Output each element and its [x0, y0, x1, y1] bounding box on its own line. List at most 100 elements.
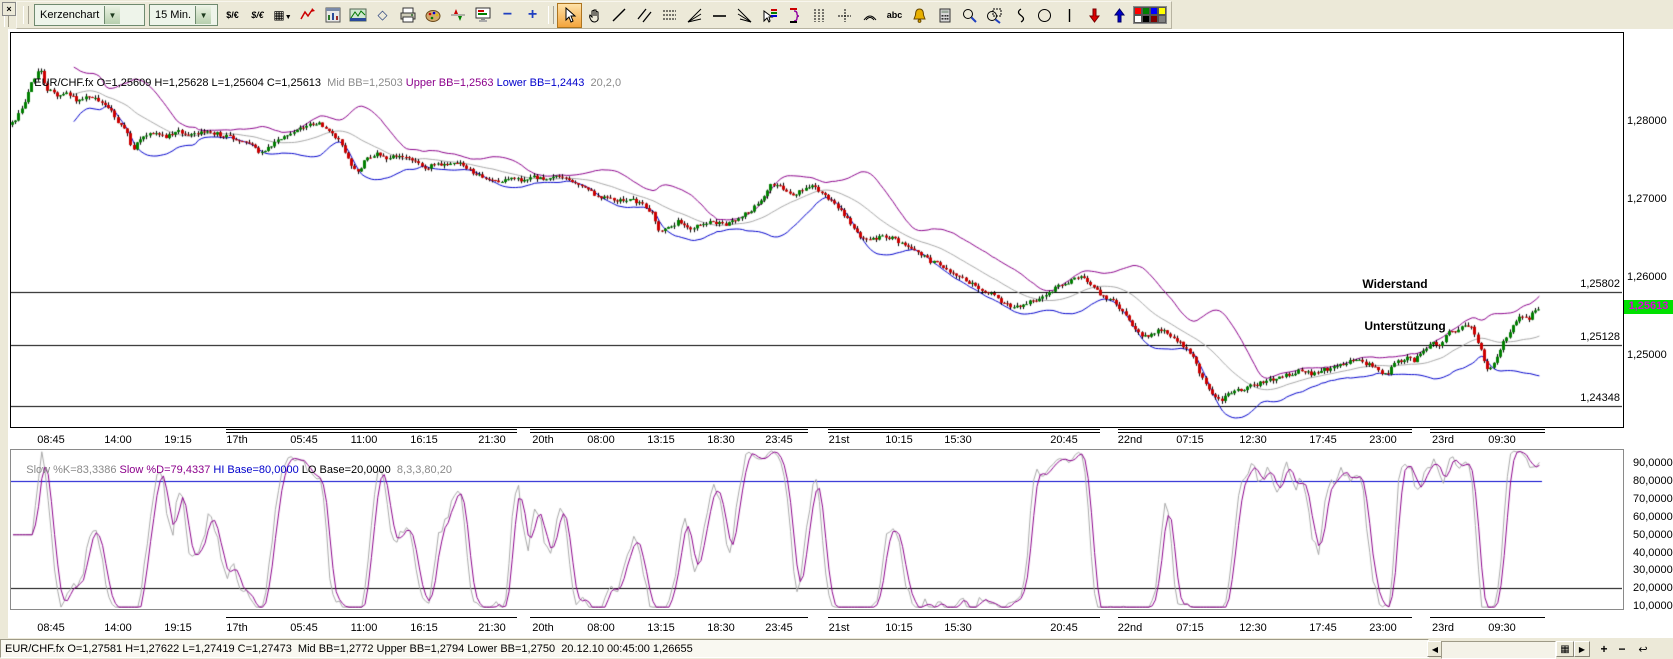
- chevron-down-icon[interactable]: ▼: [195, 6, 211, 24]
- horizontal-grid-tool-button[interactable]: [657, 3, 682, 28]
- fan-lines-tool-button[interactable]: [682, 3, 707, 28]
- printer-icon: [399, 6, 417, 24]
- time-axis-label: 08:00: [578, 434, 624, 446]
- calculator-button[interactable]: [932, 3, 957, 28]
- scrollbar-track[interactable]: [1441, 641, 1556, 659]
- time-axis-label: 05:45: [281, 434, 327, 446]
- horizontal-line-icon: [711, 7, 728, 24]
- reset-view-button[interactable]: ↩: [1634, 641, 1652, 657]
- currency-convert-alt-button[interactable]: $/€: [245, 3, 270, 28]
- color-palette-button[interactable]: [1132, 3, 1168, 28]
- crosshair-tool-button[interactable]: [832, 3, 857, 28]
- cursor-icon: [562, 7, 578, 23]
- plus-icon: +: [528, 7, 537, 23]
- vertical-grid-tool-button[interactable]: [807, 3, 832, 28]
- upper-bb-text: Upper BB=1,2563: [406, 77, 494, 89]
- price-axis-label: 1,25000: [1627, 349, 1673, 361]
- chart-type-dropdown[interactable]: Kerzenchart ▼: [34, 4, 145, 26]
- keyboard-button[interactable]: ▦: [1556, 641, 1574, 657]
- new-page-button[interactable]: ◇: [370, 3, 395, 28]
- study-chart-button[interactable]: [345, 3, 370, 28]
- time-axis-label: 19:15: [155, 434, 201, 446]
- wave-tool-button[interactable]: [1007, 3, 1032, 28]
- toolbar-drag-handle[interactable]: [4, 16, 9, 27]
- time-axis-label: 23rd: [1420, 622, 1466, 634]
- time-axis-label: 09:30: [1479, 622, 1525, 634]
- time-axis-label: 21st: [816, 622, 862, 634]
- zoom-in-scroll-button[interactable]: +: [1596, 641, 1612, 657]
- close-button[interactable]: ×: [2, 2, 16, 16]
- palette-button[interactable]: [420, 3, 445, 28]
- vertical-line-icon: [1061, 7, 1078, 24]
- close-icon: ×: [6, 5, 11, 14]
- zigzag-indicator-icon: [299, 6, 317, 24]
- grid-options-button[interactable]: ▦▼: [270, 3, 295, 28]
- day-separator-line: [828, 432, 1100, 433]
- time-axis-label: 13:15: [638, 622, 684, 634]
- time-axis-label: 15:30: [935, 434, 981, 446]
- zoom-area-button[interactable]: [982, 3, 1007, 28]
- horizontal-grid-icon: [661, 7, 678, 24]
- zoom-in-button[interactable]: +: [520, 3, 545, 28]
- palette-swatch: [1142, 7, 1150, 15]
- zoom-out-button[interactable]: −: [495, 3, 520, 28]
- minus-icon: −: [503, 7, 512, 23]
- parallel-lines-tool-button[interactable]: [632, 3, 657, 28]
- color-palette-icon: [1133, 6, 1167, 24]
- print-button[interactable]: [395, 3, 420, 28]
- pointer-color-tool-button[interactable]: [757, 3, 782, 28]
- bracket-tool-button[interactable]: [782, 3, 807, 28]
- chart-window-button[interactable]: [320, 3, 345, 28]
- ray-fan-tool-button[interactable]: [732, 3, 757, 28]
- signals-button[interactable]: [445, 3, 470, 28]
- time-axis-label: 23rd: [1420, 434, 1466, 446]
- arrow-down-marker-button[interactable]: [1082, 3, 1107, 28]
- text-tool-button[interactable]: abc: [882, 3, 907, 28]
- toolbar-grip[interactable]: [548, 6, 554, 24]
- arrow-up-marker-button[interactable]: [1107, 3, 1132, 28]
- currency-convert-button[interactable]: $/€: [220, 3, 245, 28]
- stoch-lo-text: LO Base=20,0000: [302, 464, 391, 476]
- parallel-lines-icon: [636, 7, 653, 24]
- time-axis-label: 10:15: [876, 622, 922, 634]
- palette-swatch: [1150, 15, 1158, 23]
- trendline-tool-button[interactable]: [607, 3, 632, 28]
- time-axis-label: 21st: [816, 434, 862, 446]
- horizontal-line-tool-button[interactable]: [707, 3, 732, 28]
- zoom-lens-button[interactable]: [957, 3, 982, 28]
- time-axis-label: 17:45: [1300, 434, 1346, 446]
- currency-alt-icon: $/€: [251, 11, 264, 20]
- time-axis-label: 11:00: [341, 622, 387, 634]
- main-toolbar: Kerzenchart ▼ 15 Min. ▼ $/€ $/€ ▦▼ ◇: [16, 1, 1172, 29]
- timeframe-dropdown[interactable]: 15 Min. ▼: [149, 4, 218, 26]
- magnifier-area-icon: [986, 7, 1003, 24]
- stoch-axis-label: 90,0000: [1633, 457, 1673, 469]
- palette-swatch: [1134, 7, 1142, 15]
- hand-tool-button[interactable]: [582, 3, 607, 28]
- day-separator-line: [530, 429, 808, 430]
- arcs-tool-button[interactable]: [857, 3, 882, 28]
- signals-arrows-icon: [449, 6, 467, 24]
- time-axis-label: 16:15: [401, 434, 447, 446]
- alert-bell-button[interactable]: [907, 3, 932, 28]
- scroll-right-button[interactable]: ▶: [1574, 641, 1590, 657]
- arrow-up-icon: [1111, 7, 1128, 24]
- vertical-line-tool-button[interactable]: [1057, 3, 1082, 28]
- pointer-tool-button[interactable]: [557, 3, 582, 28]
- stoch-axis-label: 80,0000: [1633, 475, 1673, 487]
- monitor-button[interactable]: [470, 3, 495, 28]
- text-tool-icon: abc: [887, 10, 903, 20]
- zoom-out-scroll-button[interactable]: −: [1614, 641, 1630, 657]
- palette-swatch: [1158, 7, 1166, 15]
- arcs-icon: [861, 7, 878, 24]
- insert-indicator-button[interactable]: [295, 3, 320, 28]
- study-chart-icon: [349, 6, 367, 24]
- stoch-hi-text: HI Base=80,0000: [213, 464, 298, 476]
- ellipse-tool-button[interactable]: [1032, 3, 1057, 28]
- toolbar-grip[interactable]: [23, 6, 29, 24]
- chevron-down-icon[interactable]: ▼: [104, 6, 120, 24]
- stoch-axis-label: 60,0000: [1633, 511, 1673, 523]
- magnifier-icon: [961, 7, 978, 24]
- time-axis-label: 20th: [520, 622, 566, 634]
- level-label: 1,24348: [1560, 392, 1620, 404]
